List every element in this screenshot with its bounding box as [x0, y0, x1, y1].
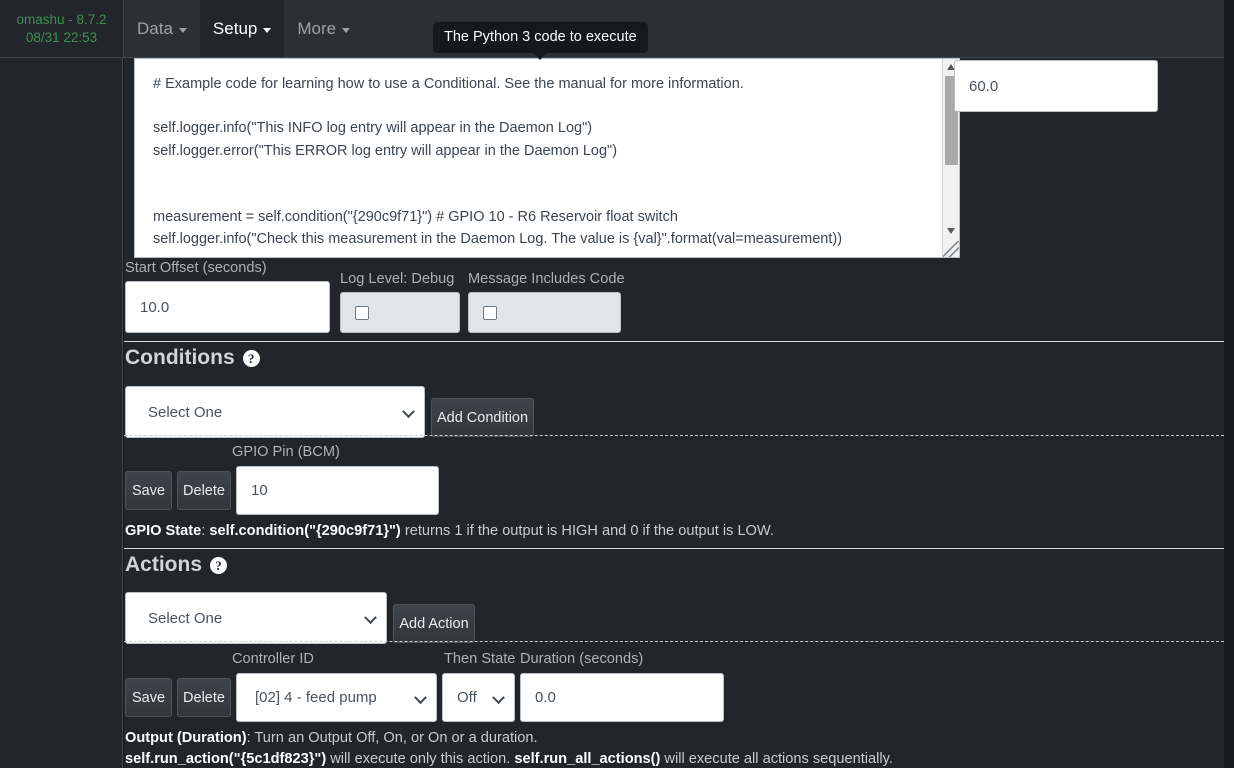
output-duration-description: Output (Duration): Turn an Output Off, O… [125, 728, 538, 748]
conditions-add-row: Select One Add Condition [125, 386, 534, 438]
nav-item-more[interactable]: More [284, 0, 363, 57]
start-offset-input[interactable]: 10.0 [125, 281, 330, 333]
duration-input[interactable]: 0.0 [520, 673, 724, 722]
nav-item-more-label: More [297, 18, 337, 38]
action-type-select[interactable]: Select One [125, 592, 387, 644]
conditions-heading: Conditions ? [125, 346, 260, 370]
actions-heading: Actions ? [125, 553, 228, 577]
divider-condition-row [124, 435, 1224, 436]
message-includes-code-checkbox[interactable] [468, 292, 621, 333]
question-mark-icon[interactable]: ? [242, 349, 260, 367]
nav-item-setup[interactable]: Setup [199, 0, 285, 57]
gpio-pin-label: GPIO Pin (BCM) [232, 444, 340, 460]
gpio-pin-input[interactable]: 10 [236, 466, 439, 515]
action-save-button[interactable]: Save [125, 678, 172, 717]
log-level-debug-checkbox[interactable] [340, 292, 460, 333]
resize-grip-icon[interactable] [943, 241, 959, 257]
gpio-state-description: GPIO State: self.condition("{290c9f71}")… [125, 521, 774, 541]
run-action-description: self.run_action("{5c1df823}") will execu… [125, 749, 893, 768]
run-all-actions-code: self.run_all_actions() [514, 751, 661, 767]
actions-title: Actions [125, 553, 203, 576]
chevron-down-icon [342, 28, 351, 33]
add-condition-button[interactable]: Add Condition [431, 398, 534, 437]
code-tooltip: The Python 3 code to execute [433, 22, 648, 60]
then-state-label: Then State [444, 651, 516, 667]
nav-item-setup-label: Setup [212, 18, 258, 38]
python-code-editor-wrapper [134, 58, 960, 258]
brand-logo[interactable]: omashu - 8.7.2 08/31 22:53 [0, 0, 124, 57]
left-rail [0, 58, 123, 768]
log-level-debug-label: Log Level: Debug [340, 271, 455, 287]
message-includes-code-label: Message Includes Code [468, 271, 625, 287]
nav-item-data-label: Data [137, 18, 173, 38]
chevron-down-icon [178, 28, 187, 33]
add-action-button[interactable]: Add Action [393, 604, 475, 643]
duration-label: Duration (seconds) [520, 651, 644, 667]
python-code-editor[interactable] [134, 58, 960, 258]
controller-id-label: Controller ID [232, 651, 314, 667]
controller-id-select[interactable]: [02] 4 - feed pump [236, 673, 437, 722]
run-action-code: self.run_action("{5c1df823}") [125, 751, 327, 767]
action-row: Save Delete [02] 4 - feed pump Off 0.0 [125, 673, 724, 722]
gpio-state-label: GPIO State [125, 523, 202, 539]
nav-item-data[interactable]: Data [124, 0, 200, 57]
condition-row: Save Delete 10 [125, 466, 439, 515]
output-duration-label: Output (Duration) [125, 730, 247, 746]
options-row: Start Offset (seconds) 10.0 Log Level: D… [125, 260, 625, 333]
period-input[interactable]: 60.0 [954, 60, 1158, 112]
condition-delete-button[interactable]: Delete [177, 471, 231, 510]
scroll-down-arrow-icon[interactable] [947, 228, 955, 234]
run-action-end: will execute all actions sequentially. [660, 751, 893, 767]
page-right-gutter [1224, 0, 1234, 768]
start-offset-label: Start Offset (seconds) [125, 260, 267, 276]
divider-actions-top [124, 548, 1224, 549]
question-mark-icon[interactable]: ? [210, 556, 228, 574]
condition-save-button[interactable]: Save [125, 471, 172, 510]
actions-add-row: Select One Add Action [125, 592, 475, 644]
gpio-state-rest: returns 1 if the output is HIGH and 0 if… [400, 523, 774, 539]
run-action-mid: will execute only this action. [326, 751, 515, 767]
conditions-title: Conditions [125, 346, 235, 369]
divider-conditions-top [124, 341, 1224, 342]
action-delete-button[interactable]: Delete [177, 678, 231, 717]
brand-time: 08/31 22:53 [25, 29, 98, 45]
then-state-select[interactable]: Off [442, 673, 515, 722]
checkbox-box-icon [483, 305, 497, 320]
brand-name: omashu - 8.7.2 [16, 11, 107, 27]
condition-type-select[interactable]: Select One [125, 386, 425, 438]
checkbox-box-icon [355, 305, 369, 320]
divider-action-row [124, 641, 1224, 642]
chevron-down-icon [263, 28, 272, 33]
setup-content-panel: 60.0 Start Offset (seconds) 10.0 Log Lev… [124, 58, 1224, 768]
output-duration-rest: : Turn an Output Off, On, or On or a dur… [246, 730, 538, 746]
gpio-state-code: self.condition("{290c9f71}") [209, 523, 401, 539]
